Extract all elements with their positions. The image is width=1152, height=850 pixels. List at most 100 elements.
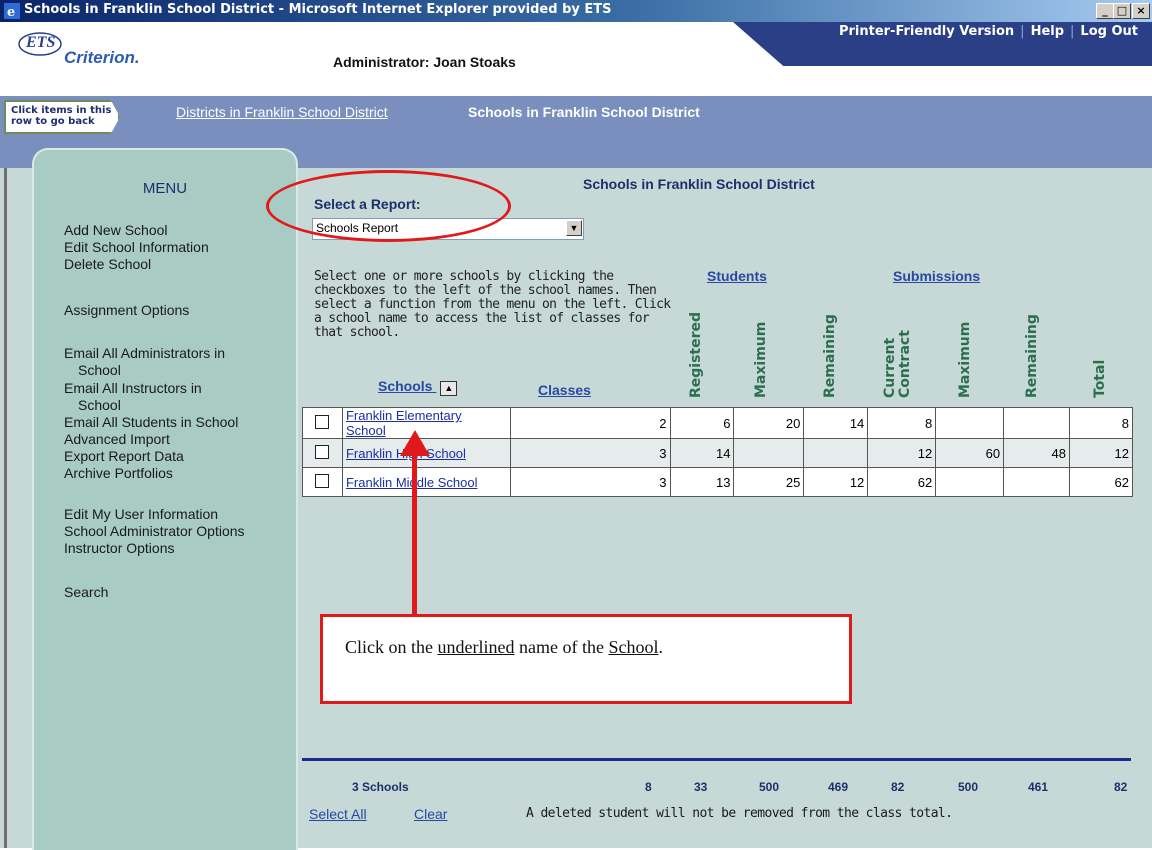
students-maximum-column-header: Maximum — [753, 321, 769, 398]
submissions-maximum-cell — [935, 467, 1005, 497]
row-checkbox[interactable] — [315, 473, 329, 488]
students-maximum-cell: 20 — [733, 407, 805, 439]
totals-divider — [302, 758, 1131, 761]
current-contract-header-line2: Contract — [897, 330, 913, 398]
footer-note: A deleted student will not be removed fr… — [526, 806, 953, 821]
svg-text:e: e — [7, 5, 15, 19]
current-contract-cell: 8 — [867, 407, 937, 439]
menu-email-administrators[interactable]: Email All Administrators in School — [64, 345, 225, 379]
annotation-circle — [266, 170, 511, 242]
row-checkbox-cell — [302, 407, 343, 439]
current-contract-cell: 62 — [867, 467, 937, 497]
submissions-remaining-cell: 48 — [1003, 438, 1070, 468]
menu-instructor-options[interactable]: Instructor Options — [64, 540, 175, 557]
menu-assignment-options[interactable]: Assignment Options — [64, 302, 189, 319]
administrator-name: Administrator: Joan Stoaks — [333, 54, 516, 70]
menu-edit-school-information[interactable]: Edit School Information — [64, 239, 209, 256]
side-menu: MENU Add New School Edit School Informat… — [32, 148, 298, 850]
students-maximum-cell — [733, 438, 805, 468]
totals-submissions-maximum: 500 — [958, 780, 979, 794]
left-border — [4, 168, 7, 848]
row-checkbox-cell — [302, 438, 343, 468]
callout-text: Click on the underlined name of the Scho… — [345, 637, 663, 657]
submissions-maximum-column-header: Maximum — [957, 321, 973, 398]
totals-classes: 8 — [645, 780, 652, 794]
totals-current-contract: 82 — [891, 780, 905, 794]
classes-cell: 3 — [509, 467, 671, 497]
back-hint: Click items in this row to go back — [4, 100, 120, 134]
registered-column-header: Registered — [688, 311, 704, 398]
schools-sort-link[interactable]: Schools ▲ — [378, 378, 458, 396]
students-remaining-cell: 12 — [803, 467, 869, 497]
students-remaining-column-header: Remaining — [822, 314, 838, 398]
menu-title: MENU — [142, 180, 188, 197]
menu-school-administrator-options[interactable]: School Administrator Options — [64, 523, 245, 540]
registered-cell: 6 — [669, 407, 735, 439]
minimize-button[interactable]: _ — [1096, 3, 1114, 19]
menu-item-label: Email All Administrators in — [64, 345, 226, 361]
totals-students-remaining: 469 — [828, 780, 849, 794]
breadcrumb-current: Schools in Franklin School District — [468, 104, 700, 120]
help-link[interactable]: Help — [1031, 24, 1064, 39]
total-cell: 12 — [1069, 438, 1133, 468]
classes-cell: 3 — [509, 438, 671, 468]
clear-link[interactable]: Clear — [414, 806, 447, 822]
menu-item-label: Email All Instructors in — [64, 380, 202, 396]
menu-add-new-school[interactable]: Add New School — [64, 222, 168, 239]
submissions-maximum-cell — [935, 407, 1005, 439]
select-all-link[interactable]: Select All — [309, 806, 367, 822]
row-checkbox[interactable] — [315, 444, 329, 459]
maximize-button[interactable]: □ — [1113, 3, 1131, 19]
separator: | — [1020, 24, 1025, 39]
content-title: Schools in Franklin School District — [583, 176, 815, 192]
menu-archive-portfolios[interactable]: Archive Portfolios — [64, 465, 173, 482]
printer-friendly-link[interactable]: Printer-Friendly Version — [839, 24, 1014, 39]
classes-cell: 2 — [509, 407, 671, 439]
menu-item-label: School — [78, 362, 121, 378]
close-button[interactable]: × — [1132, 3, 1150, 19]
menu-edit-my-user-information[interactable]: Edit My User Information — [64, 506, 218, 523]
submissions-remaining-cell — [1003, 467, 1070, 497]
menu-advanced-import[interactable]: Advanced Import — [64, 431, 170, 448]
total-cell: 62 — [1069, 467, 1133, 497]
submissions-maximum-cell: 60 — [935, 438, 1005, 468]
annotation-arrow-head-icon — [400, 430, 430, 456]
students-remaining-cell — [803, 438, 869, 468]
total-column-header: Total — [1092, 359, 1108, 398]
classes-column-header[interactable]: Classes — [538, 382, 591, 398]
separator: | — [1070, 24, 1075, 39]
students-remaining-cell: 14 — [803, 407, 869, 439]
sort-ascending-icon[interactable]: ▲ — [440, 381, 458, 396]
totals-registered: 33 — [694, 780, 708, 794]
chevron-down-icon[interactable]: ▼ — [566, 220, 582, 236]
menu-delete-school[interactable]: Delete School — [64, 256, 151, 273]
annotation-arrow-shaft — [412, 450, 417, 614]
menu-email-instructors[interactable]: Email All Instructors in School — [64, 380, 202, 414]
menu-email-students[interactable]: Email All Students in School — [64, 414, 238, 431]
window-title-bar: e Schools in Franklin School District - … — [0, 0, 1152, 22]
breadcrumb-districts-link[interactable]: Districts in Franklin School District — [176, 104, 388, 120]
row-checkbox-cell — [302, 467, 343, 497]
table-row: Franklin Middle School 3 13 25 12 62 62 — [302, 467, 1133, 497]
totals-label: 3 Schools — [352, 780, 409, 794]
ets-logo-text: ETS — [26, 34, 56, 51]
totals-submissions-remaining: 461 — [1028, 780, 1049, 794]
window-title: Schools in Franklin School District - Mi… — [24, 2, 612, 17]
menu-export-report-data[interactable]: Export Report Data — [64, 448, 184, 465]
students-maximum-cell: 25 — [733, 467, 805, 497]
internet-explorer-icon: e — [4, 3, 20, 19]
totals-total: 82 — [1114, 780, 1128, 794]
total-cell: 8 — [1069, 407, 1133, 439]
menu-item-label: School — [78, 397, 121, 413]
current-contract-cell: 12 — [867, 438, 937, 468]
instructions-text: Select one or more schools by clicking t… — [314, 269, 671, 340]
registered-cell: 13 — [669, 467, 735, 497]
submissions-remaining-cell — [1003, 407, 1070, 439]
menu-search[interactable]: Search — [64, 584, 108, 601]
product-name: Criterion. — [64, 48, 140, 67]
registered-cell: 14 — [669, 438, 735, 468]
annotation-callout: Click on the underlined name of the Scho… — [320, 614, 852, 704]
logout-link[interactable]: Log Out — [1080, 24, 1138, 39]
top-navigation: Printer-Friendly Version | Help | Log Out — [733, 22, 1152, 66]
row-checkbox[interactable] — [315, 414, 329, 429]
